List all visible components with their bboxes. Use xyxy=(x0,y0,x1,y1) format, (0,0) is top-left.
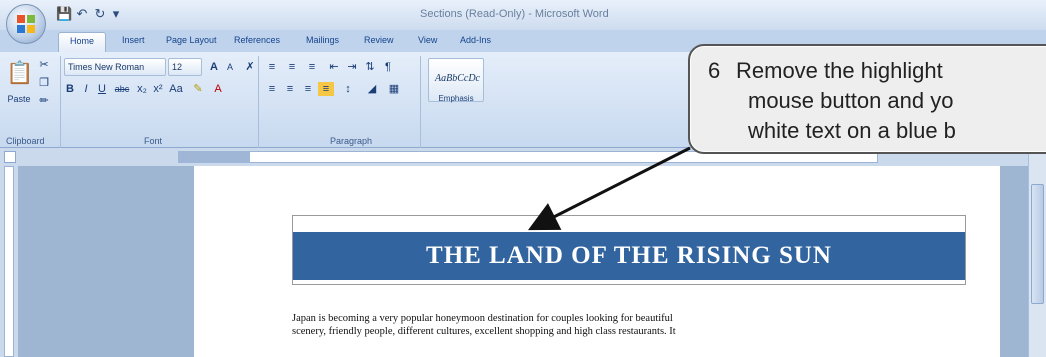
callout-line: mouse button and yo xyxy=(748,88,954,113)
highlight-icon[interactable]: ✎ xyxy=(190,82,206,96)
office-logo-icon xyxy=(17,15,35,33)
callout-step-number: 6 xyxy=(708,58,721,83)
body-line: scenery, friendly people, different cult… xyxy=(292,326,676,337)
grow-font-icon[interactable]: A xyxy=(206,60,222,74)
vertical-ruler-track xyxy=(4,166,14,357)
show-formatting-icon[interactable]: ¶ xyxy=(380,60,396,74)
tab-view[interactable]: View xyxy=(418,35,437,45)
align-left-icon[interactable]: ≡ xyxy=(264,82,280,96)
scrollbar-thumb[interactable] xyxy=(1031,184,1044,304)
tab-references[interactable]: References xyxy=(234,35,280,45)
align-right-icon[interactable]: ≡ xyxy=(300,82,316,96)
vertical-ruler xyxy=(0,166,18,357)
window-title: Sections (Read-Only) - Microsoft Word xyxy=(420,8,609,20)
document-area: THE LAND OF THE RISING SUN Japan is beco… xyxy=(18,166,1028,357)
tab-add-ins[interactable]: Add-Ins xyxy=(460,35,491,45)
format-painter-icon[interactable]: ✏ xyxy=(36,94,52,108)
font-name-combo[interactable]: Times New Roman xyxy=(64,58,166,76)
callout-line: Remove the highlight xyxy=(736,58,943,83)
group-separator xyxy=(258,56,259,148)
font-size-combo[interactable]: 12 xyxy=(168,58,202,76)
paragraph-group-label: Paragraph xyxy=(330,136,373,146)
redo-icon[interactable]: ↻ xyxy=(92,6,108,22)
paste-label: Paste xyxy=(7,94,31,104)
italic-icon[interactable]: I xyxy=(78,82,94,96)
tab-insert[interactable]: Insert xyxy=(122,35,145,45)
group-separator xyxy=(420,56,421,148)
word-window: 💾 ↶ ↻ ▾ Sections (Read-Only) - Microsoft… xyxy=(0,0,1046,357)
bold-icon[interactable]: B xyxy=(62,82,78,96)
body-line: Japan is becoming a very popular honeymo… xyxy=(292,313,673,324)
tab-mailings[interactable]: Mailings xyxy=(306,35,339,45)
ruler-toggle-icon[interactable] xyxy=(4,151,16,163)
callout-line: white text on a blue b xyxy=(748,118,956,143)
save-icon[interactable]: 💾 xyxy=(56,6,72,22)
copy-icon[interactable]: ❐ xyxy=(36,76,52,90)
style-emphasis-label: Emphasis xyxy=(438,94,474,103)
tab-page-layout[interactable]: Page Layout xyxy=(166,35,217,45)
change-case-icon[interactable]: Aa xyxy=(168,82,184,96)
document-page[interactable]: THE LAND OF THE RISING SUN Japan is beco… xyxy=(194,166,1000,357)
group-separator xyxy=(60,56,61,148)
body-paragraph[interactable]: Japan is becoming a very popular honeymo… xyxy=(292,312,966,338)
strikethrough-icon[interactable]: abc xyxy=(114,82,130,96)
decrease-indent-icon[interactable]: ⇤ xyxy=(326,60,342,74)
underline-icon[interactable]: U xyxy=(94,82,110,96)
banner-frame: THE LAND OF THE RISING SUN xyxy=(292,215,966,285)
tab-home[interactable]: Home xyxy=(58,32,106,52)
office-button[interactable] xyxy=(6,4,46,44)
multilevel-list-icon[interactable]: ≡ xyxy=(304,60,320,74)
justify-icon[interactable]: ≡ xyxy=(318,82,334,96)
title-banner[interactable]: THE LAND OF THE RISING SUN xyxy=(293,232,965,280)
title-bar: 💾 ↶ ↻ ▾ Sections (Read-Only) - Microsoft… xyxy=(0,0,1046,30)
line-spacing-icon[interactable]: ↕ xyxy=(340,82,356,96)
cut-icon[interactable]: ✂ xyxy=(36,58,52,72)
qat-dropdown-icon[interactable]: ▾ xyxy=(108,6,124,22)
numbering-icon[interactable]: ≡ xyxy=(284,60,300,74)
undo-icon[interactable]: ↶ xyxy=(74,6,90,22)
clipboard-group-label: Clipboard xyxy=(6,136,45,146)
paste-icon[interactable]: 📋 xyxy=(6,60,33,86)
shading-icon[interactable]: ◢ xyxy=(364,82,380,96)
instruction-callout: 6 Remove the highlight mouse button and … xyxy=(688,44,1046,154)
borders-icon[interactable]: ▦ xyxy=(386,82,402,96)
ruler-margin-left xyxy=(178,151,250,163)
font-group-label: Font xyxy=(144,136,163,146)
tab-review[interactable]: Review xyxy=(364,35,394,45)
subscript-icon[interactable]: x₂ xyxy=(134,82,150,96)
align-center-icon[interactable]: ≡ xyxy=(282,82,298,96)
superscript-icon[interactable]: x² xyxy=(150,82,166,96)
clear-format-icon[interactable]: ✗ xyxy=(242,60,258,74)
vertical-scrollbar[interactable] xyxy=(1028,148,1046,357)
increase-indent-icon[interactable]: ⇥ xyxy=(344,60,360,74)
shrink-font-icon[interactable]: A xyxy=(222,60,238,74)
sort-icon[interactable]: ⇅ xyxy=(362,60,378,74)
bullets-icon[interactable]: ≡ xyxy=(264,60,280,74)
font-color-icon[interactable]: A xyxy=(210,82,226,96)
banner-title: THE LAND OF THE RISING SUN xyxy=(426,242,832,269)
